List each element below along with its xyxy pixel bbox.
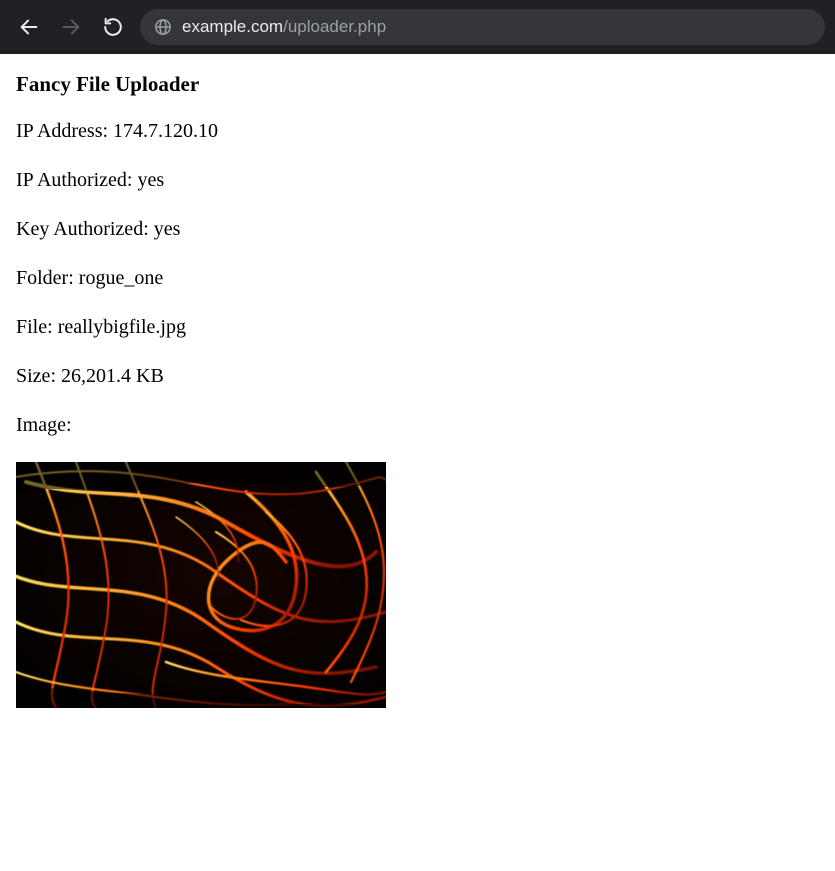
arrow-left-icon xyxy=(18,16,40,38)
label-ip-address: IP Address xyxy=(16,120,113,142)
url-path: /uploader.php xyxy=(283,17,386,36)
reload-icon xyxy=(102,16,124,38)
row-size: Size26,201.4 KB xyxy=(16,364,819,389)
value-file: reallybigfile.jpg xyxy=(58,316,186,338)
page-title: Fancy File Uploader xyxy=(16,72,819,97)
browser-toolbar: example.com/uploader.php xyxy=(0,0,835,54)
globe-icon xyxy=(154,18,172,36)
label-size: Size xyxy=(16,365,61,387)
value-ip-authorized: yes xyxy=(137,169,164,191)
row-ip-address: IP Address174.7.120.10 xyxy=(16,119,819,144)
label-folder: Folder xyxy=(16,267,79,289)
value-size: 26,201.4 KB xyxy=(61,365,164,387)
value-key-authorized: yes xyxy=(154,218,181,240)
reload-button[interactable] xyxy=(98,12,128,42)
back-button[interactable] xyxy=(14,12,44,42)
uploaded-image-preview xyxy=(16,462,386,708)
address-bar[interactable]: example.com/uploader.php xyxy=(140,9,825,45)
row-key-authorized: Key Authorizedyes xyxy=(16,217,819,242)
row-folder: Folderrogue_one xyxy=(16,266,819,291)
row-ip-authorized: IP Authorizedyes xyxy=(16,168,819,193)
row-file: Filereallybigfile.jpg xyxy=(16,315,819,340)
page-body: Fancy File Uploader IP Address174.7.120.… xyxy=(0,54,835,724)
forward-button[interactable] xyxy=(56,12,86,42)
row-image: Image xyxy=(16,413,819,438)
arrow-right-icon xyxy=(60,16,82,38)
label-image: Image xyxy=(16,414,72,436)
url-text: example.com/uploader.php xyxy=(182,9,386,45)
value-folder: rogue_one xyxy=(79,267,163,289)
label-ip-authorized: IP Authorized xyxy=(16,169,137,191)
label-file: File xyxy=(16,316,58,338)
value-ip-address: 174.7.120.10 xyxy=(113,120,218,142)
label-key-authorized: Key Authorized xyxy=(16,218,154,240)
url-host: example.com xyxy=(182,17,283,36)
